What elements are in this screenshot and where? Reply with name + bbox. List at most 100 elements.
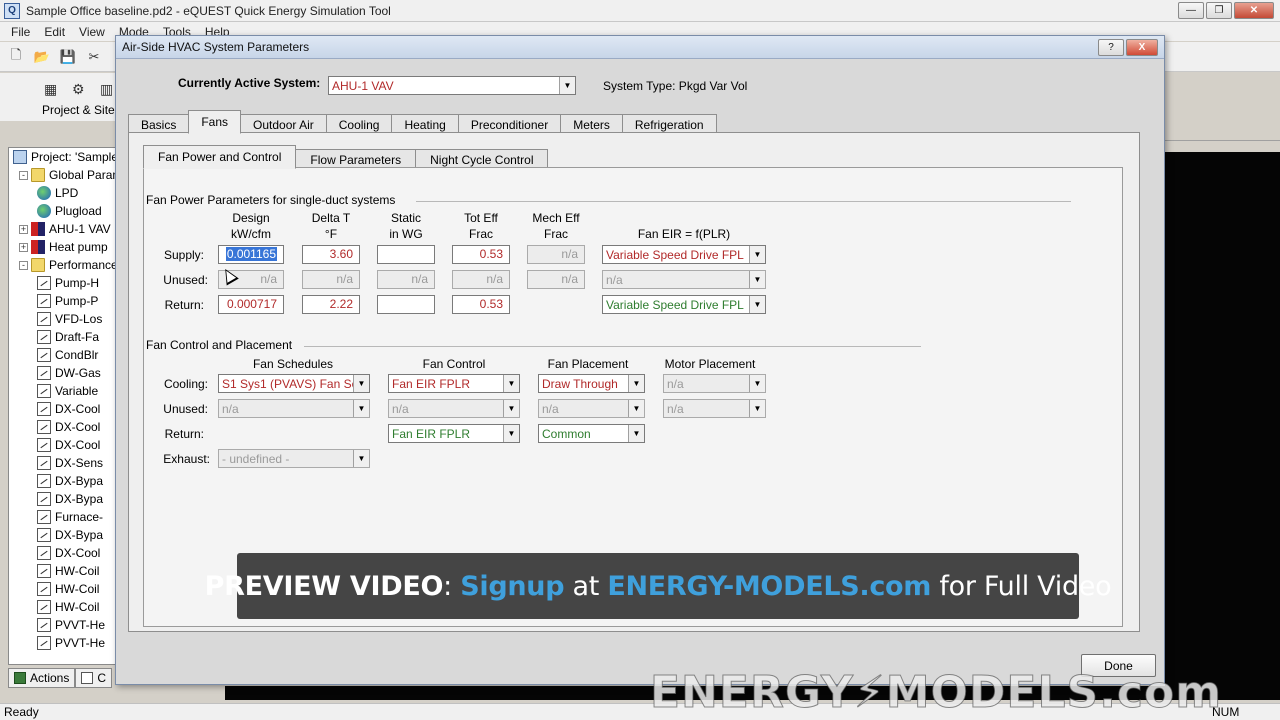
col-motor-placement: Motor Placement [664, 357, 756, 371]
return-delta-t-input[interactable]: 2.22 [302, 295, 360, 314]
tree-item-label: DX-Bypa [55, 474, 104, 488]
cooling-schedule-select[interactable]: S1 Sys1 (PVAVS) Fan Sch ▼ [218, 374, 370, 393]
tab-outdoor-air[interactable]: Outdoor Air [240, 114, 327, 134]
supply-fan-eir-select[interactable]: Variable Speed Drive FPL ▼ [602, 245, 766, 264]
tree-item[interactable]: Draft-Fa [37, 328, 99, 346]
tree-item[interactable]: DX-Bypa [37, 490, 103, 508]
cooling-fan-control-select[interactable]: Fan EIR FPLR ▼ [388, 374, 520, 393]
project-site-label[interactable]: Project & Site [42, 103, 115, 117]
tree-item[interactable]: Pump-P [37, 292, 98, 310]
return-tot-eff-input[interactable]: 0.53 [452, 295, 510, 314]
tree-item[interactable]: HW-Coil [37, 580, 99, 598]
tree-item[interactable]: PVVT-He [37, 634, 105, 652]
banner-suffix: for Full Video [931, 570, 1112, 602]
tree-item[interactable]: DX-Bypa [37, 472, 103, 490]
tree-item[interactable]: DX-Cool [37, 544, 100, 562]
tab-fans[interactable]: Fans [188, 110, 242, 134]
supply-delta-t-input[interactable]: 3.60 [302, 245, 360, 264]
supply-row-label: Supply: [163, 248, 204, 262]
preview-video-banner[interactable]: PREVIEW VIDEO: Signup at ENERGY-MODELS.c… [205, 553, 1112, 619]
col-design: Design kW/cfm [231, 211, 271, 241]
chart-icon[interactable]: ▥ [100, 81, 113, 98]
open-folder-icon[interactable]: 📂 [32, 48, 52, 66]
folder-icon [31, 258, 45, 272]
project-tree[interactable]: Project: 'Sample - Global Param LPD Plugload… [8, 147, 116, 665]
tree-item[interactable]: LPD [37, 184, 78, 202]
tab-meters[interactable]: Meters [560, 114, 623, 134]
tree-item[interactable]: VFD-Los [37, 310, 102, 328]
tree-item[interactable]: PVVT-He [37, 616, 105, 634]
cooling-motor-placement-select: n/a ▼ [663, 374, 766, 393]
tab-heating[interactable]: Heating [391, 114, 459, 134]
minimize-button[interactable]: — [1178, 2, 1204, 19]
tree-item-label: Variable [55, 384, 99, 398]
tree-item[interactable]: + Heat pump [19, 238, 108, 256]
curve-icon [37, 348, 51, 362]
menu-file[interactable]: File [4, 25, 37, 39]
tab-preconditioner[interactable]: Preconditioner [457, 114, 562, 134]
exhaust-schedule-select[interactable]: - undefined - ▼ [218, 449, 370, 468]
unused-schedule-value: n/a [222, 401, 239, 416]
tab-refrigeration[interactable]: Refrigeration [621, 114, 717, 134]
unused-delta-t-input: n/a [302, 270, 360, 289]
menu-edit[interactable]: Edit [37, 25, 72, 39]
subtab-flow-parameters[interactable]: Flow Parameters [295, 149, 417, 169]
tree-item[interactable]: HW-Coil [37, 562, 99, 580]
tree-item[interactable]: DX-Bypa [37, 526, 103, 544]
supply-tot-eff-input[interactable]: 0.53 [452, 245, 510, 264]
tree-item[interactable]: CondBlr [37, 346, 98, 364]
col-mech-eff: Mech Eff Frac [532, 211, 580, 241]
supply-design-input[interactable]: 0.001165 [218, 245, 284, 264]
curve-icon [37, 564, 51, 578]
subtab-fan-power-control[interactable]: Fan Power and Control [143, 145, 297, 169]
tree-item[interactable]: - Global Param [19, 166, 115, 184]
tree-item[interactable]: Plugload [37, 202, 102, 220]
restore-button[interactable]: ❐ [1206, 2, 1232, 19]
return-design-input[interactable]: 0.000717 [218, 295, 284, 314]
subtab-night-cycle-control[interactable]: Night Cycle Control [415, 149, 549, 169]
collapse-icon[interactable]: - [19, 260, 28, 270]
tree-item[interactable]: DW-Gas [37, 364, 101, 382]
chevron-down-icon: ▼ [559, 77, 575, 94]
building-icon[interactable]: ⚙ [72, 81, 85, 98]
tree-item[interactable]: Project: 'Sample [13, 148, 115, 166]
return-fan-eir-select[interactable]: Variable Speed Drive FPL ▼ [602, 295, 766, 314]
unused-row-label: Unused: [163, 273, 208, 287]
close-button[interactable]: ✕ [1234, 2, 1274, 19]
return-fan-placement-value: Common [542, 426, 591, 441]
menu-view[interactable]: View [72, 25, 112, 39]
cooling-fan-control-value: Fan EIR FPLR [392, 376, 471, 391]
tree-item[interactable]: DX-Cool [37, 418, 100, 436]
cut-icon[interactable]: ✂ [84, 48, 104, 66]
tree-item[interactable]: - Performance [19, 256, 115, 274]
tab-cooling[interactable]: Cooling [325, 114, 393, 134]
tree-item[interactable]: Furnace- [37, 508, 103, 526]
tree-item[interactable]: DX-Cool [37, 436, 100, 454]
tree-item[interactable]: Pump-H [37, 274, 99, 292]
return-fan-control-select[interactable]: Fan EIR FPLR ▼ [388, 424, 520, 443]
tree-item[interactable]: HW-Coil [37, 598, 99, 616]
expand-icon[interactable]: + [19, 224, 28, 234]
tree-item[interactable]: Variable [37, 382, 98, 400]
return-fan-placement-select[interactable]: Common ▼ [538, 424, 645, 443]
return-static-input[interactable] [377, 295, 435, 314]
col-fan-schedules: Fan Schedules [252, 357, 334, 371]
expand-icon[interactable]: + [19, 242, 28, 252]
collapse-icon[interactable]: - [19, 170, 28, 180]
tree-item[interactable]: + AHU-1 VAV [19, 220, 111, 238]
new-file-icon[interactable]: 🗋 [6, 47, 26, 66]
chevron-down-icon: ▼ [503, 400, 519, 417]
save-icon[interactable]: 💾 [58, 48, 78, 66]
dialog-close-button[interactable]: X [1126, 39, 1158, 56]
tab-components[interactable]: C [75, 668, 113, 688]
tree-item[interactable]: DX-Cool [37, 400, 100, 418]
tree-item-label: DX-Bypa [55, 492, 104, 506]
active-system-select[interactable]: AHU-1 VAV ▼ [328, 76, 576, 95]
tree-item[interactable]: DX-Sens [37, 454, 103, 472]
project-site-icon[interactable]: ▦ [44, 81, 57, 98]
tab-basics[interactable]: Basics [128, 114, 190, 134]
help-button[interactable]: ? [1098, 39, 1124, 56]
cooling-fan-placement-select[interactable]: Draw Through ▼ [538, 374, 645, 393]
supply-static-input[interactable] [377, 245, 435, 264]
tab-actions[interactable]: Actions [8, 668, 76, 688]
